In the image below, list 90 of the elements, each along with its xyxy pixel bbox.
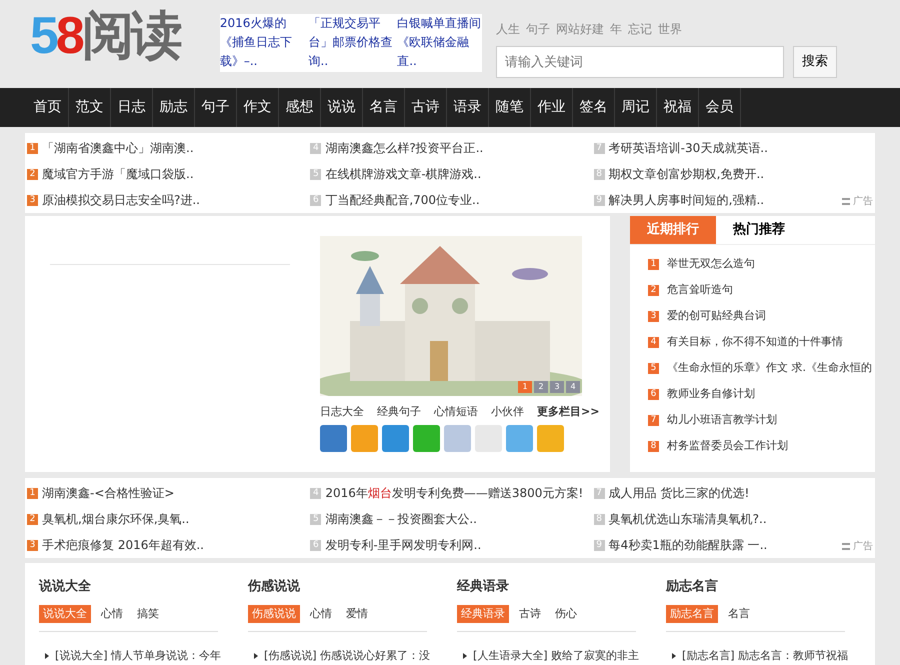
nav-link[interactable]: 感想: [279, 88, 321, 127]
bullet-icon: [254, 653, 258, 660]
ad-label-text: 广告: [853, 196, 873, 207]
ad-link[interactable]: 臭氧机优选山东瑞清臭氧机?..: [608, 506, 767, 532]
ad-link[interactable]: 丁当配经典配音,700位专业..: [325, 187, 480, 213]
ad-link[interactable]: 2016年烟台发明专利免费——赠送3800元方案!: [325, 480, 584, 506]
ad-link[interactable]: 在线棋牌游戏文章-棋牌游戏..: [325, 161, 482, 187]
nav-link[interactable]: 会员: [699, 88, 741, 127]
number-badge: 1: [27, 488, 38, 498]
nav-link[interactable]: 名言: [363, 88, 405, 127]
tab[interactable]: 热门推荐: [716, 216, 802, 244]
number-badge: 5: [648, 362, 659, 374]
number-badge: 3: [27, 194, 38, 206]
nav-link[interactable]: 随笔: [489, 88, 531, 127]
nav-link[interactable]: 作文: [237, 88, 279, 127]
tab[interactable]: 爱情: [342, 604, 372, 623]
ranking-link[interactable]: 《生命永恒的乐章》作文 求.《生命永恒的: [667, 355, 872, 381]
ranking-link[interactable]: 有关目标，你不得不知道的十件事情: [667, 329, 843, 355]
nav-link[interactable]: 古诗: [405, 88, 447, 127]
ranking-link[interactable]: 教师业务自修计划: [667, 381, 755, 407]
category-link[interactable]: 小伙伴: [491, 404, 524, 420]
ad-link[interactable]: 湖南澳鑫-<合格性验证>: [42, 480, 174, 506]
bullet-icon: [672, 653, 676, 660]
article-link[interactable]: [励志名言] 励志名言：教师节祝福: [682, 648, 848, 664]
nav-link[interactable]: 签名: [573, 88, 615, 127]
number-badge: 2: [648, 284, 659, 296]
number-badge: 1: [27, 142, 38, 154]
number-badge: 8: [648, 440, 659, 452]
ad-link[interactable]: 每4秒卖1瓶的劲能醒肤露 一..: [608, 532, 768, 558]
ad-link[interactable]: 「正规交易平台」邮票价格查询..: [308, 14, 394, 72]
nav-link[interactable]: 励志: [153, 88, 195, 127]
nav-link[interactable]: 首页: [27, 88, 69, 127]
article-link[interactable]: [人生语录大全] 败给了寂寞的非主: [473, 648, 640, 664]
nav-link[interactable]: 周记: [615, 88, 657, 127]
ad-link[interactable]: 湖南澳鑫怎么样?投资平台正..: [325, 135, 484, 161]
ad-label-text: 广告: [853, 541, 873, 552]
number-badge: 2: [27, 168, 38, 180]
search-field[interactable]: 请输入关键词: [496, 46, 784, 78]
number-badge: 4: [648, 336, 659, 348]
nav-link[interactable]: 祝福: [657, 88, 699, 127]
number-badge: 6: [648, 388, 659, 400]
ad-link[interactable]: 湖南澳鑫－－投资圈套大公..: [325, 506, 477, 532]
search-button[interactable]: 搜索: [792, 46, 837, 78]
ad-link[interactable]: 魔域官方手游「魔域口袋版..: [42, 161, 194, 187]
ranking-link[interactable]: 爱的创可贴经典台词: [667, 303, 766, 329]
number-badge: 3: [648, 310, 659, 322]
ad-link[interactable]: 2016火爆的《捕鱼日志下载》–..: [220, 14, 305, 72]
category-link[interactable]: 经典句子: [377, 404, 421, 420]
tab[interactable]: 搞笑: [133, 604, 163, 623]
nav-link[interactable]: 说说: [321, 88, 363, 127]
number-badge: 7: [648, 414, 659, 426]
number-badge: 3: [27, 540, 38, 550]
tab[interactable]: 伤心: [551, 604, 581, 623]
ad-link[interactable]: 考研英语培训-30天成就英语..: [608, 135, 768, 161]
article-link[interactable]: [说说大全] 情人节单身说说：今年: [55, 648, 222, 664]
section-title: 经典语录: [457, 578, 510, 596]
bullet-icon: [463, 653, 467, 660]
more-link[interactable]: 更多栏目>>: [537, 404, 600, 420]
ranking-link[interactable]: 举世无双怎么造句: [667, 251, 755, 277]
ad-link[interactable]: 成人用品 货比三家的优选!: [608, 480, 750, 506]
ad-link[interactable]: 解决男人房事时间短的,强精..: [608, 187, 764, 213]
tab[interactable]: 古诗: [515, 604, 545, 623]
ad-link[interactable]: 白银喊单直播间《欧联储金融直..: [397, 14, 482, 72]
ranking-link[interactable]: 幼儿小班语言教学计划: [667, 407, 777, 433]
ad-link[interactable]: 期权文章创富炒期权,免费开..: [608, 161, 764, 187]
ad-link[interactable]: 发明专利-里手网发明专利网..: [325, 532, 482, 558]
tab[interactable]: 名言: [724, 604, 754, 623]
ranking-link[interactable]: 村务监督委员会工作计划: [667, 433, 788, 459]
ad-link[interactable]: 原油模拟交易日志安全吗?进..: [42, 187, 200, 213]
bullet-icon: [45, 653, 49, 660]
category-link[interactable]: 心情短语: [434, 404, 478, 420]
section-title: 伤感说说: [248, 578, 301, 596]
section-title: 说说大全: [39, 578, 92, 596]
tab[interactable]: 心情: [97, 604, 127, 623]
nav-link[interactable]: 范文: [69, 88, 111, 127]
article-link[interactable]: [伤感说说] 伤感说说心好累了：没: [264, 648, 430, 664]
ad-link[interactable]: 臭氧机,烟台康尔环保,臭氧..: [42, 506, 190, 532]
ad-link[interactable]: 手术疤痕修复 2016年超有效..: [42, 532, 204, 558]
ad-link[interactable]: 「湖南省澳鑫中心」湖南澳..: [42, 135, 194, 161]
number-badge: 1: [648, 258, 659, 270]
nav-link[interactable]: 句子: [195, 88, 237, 127]
nav-link[interactable]: 作业: [531, 88, 573, 127]
site-logo[interactable]: 58阅读: [30, 10, 180, 62]
section-title: 励志名言: [666, 578, 719, 596]
nav-link[interactable]: 日志: [111, 88, 153, 127]
tab[interactable]: 心情: [306, 604, 336, 623]
category-link[interactable]: 日志大全: [320, 404, 364, 420]
nav-link[interactable]: 语录: [447, 88, 489, 127]
number-badge: 2: [27, 514, 38, 524]
ranking-link[interactable]: 危言耸听造句: [667, 277, 733, 303]
